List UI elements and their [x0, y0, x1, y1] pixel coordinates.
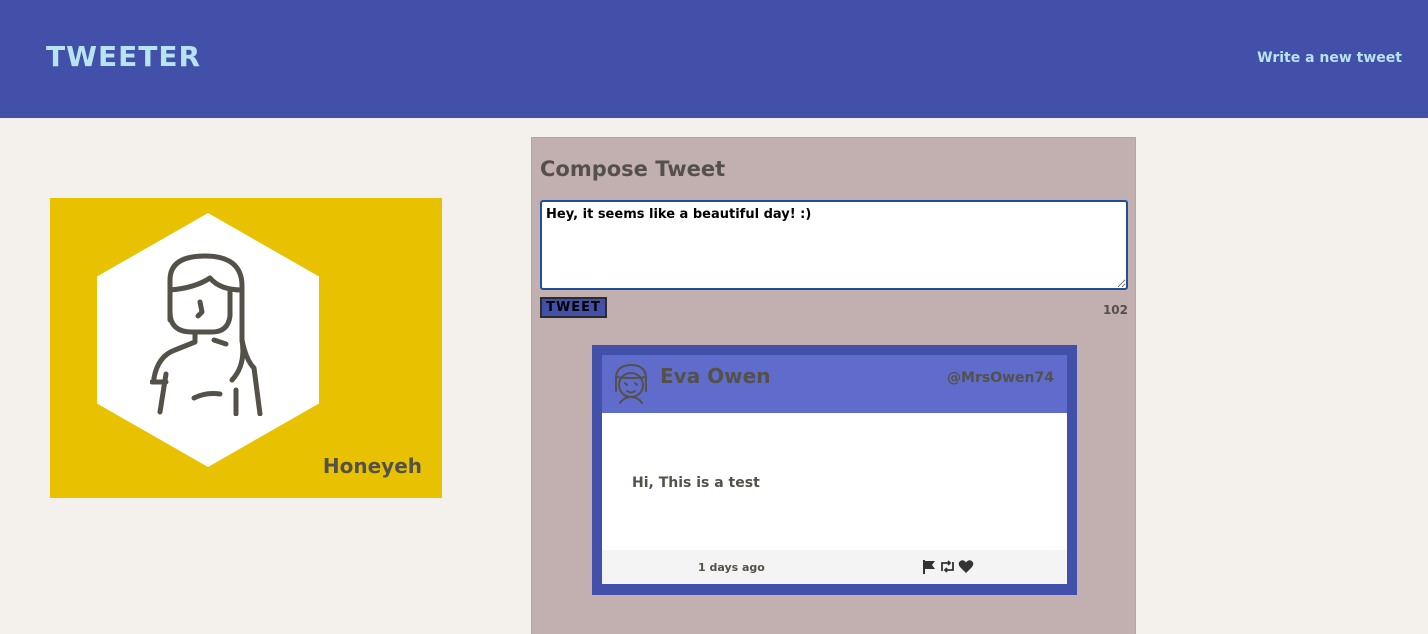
tweet-button[interactable]: TWEET	[540, 297, 607, 318]
main-panel: Compose Tweet Hey, it seems like a beaut…	[531, 137, 1136, 634]
tweet-author-name: Eva Owen	[660, 364, 771, 388]
flag-icon[interactable]	[922, 559, 937, 578]
woman-avatar-icon	[150, 253, 263, 416]
retweet-icon[interactable]	[939, 559, 956, 578]
char-counter: 102	[1102, 303, 1128, 317]
profile-name: Honeyeh	[322, 454, 422, 478]
profile-card: Honeyeh	[50, 198, 442, 498]
heart-icon[interactable]	[958, 559, 974, 578]
tweet-handle: @MrsOwen74	[947, 370, 1054, 386]
tweet-card: Eva Owen @MrsOwen74 Hi, This is a test 1…	[592, 345, 1077, 595]
logo[interactable]: TWEETER	[46, 40, 201, 73]
compose-title: Compose Tweet	[540, 157, 726, 181]
tweet-body: Hi, This is a test	[602, 413, 1067, 550]
tweet-content: Hi, This is a test	[632, 475, 760, 491]
girl-avatar-icon	[615, 363, 647, 404]
tweet-footer: 1 days ago	[602, 550, 1067, 584]
tweet-header: Eva Owen @MrsOwen74	[602, 355, 1067, 413]
top-nav: TWEETER Write a new tweet	[0, 0, 1428, 118]
write-new-tweet-link[interactable]: Write a new tweet	[1257, 50, 1402, 66]
tweet-textarea[interactable]: Hey, it seems like a beautiful day! :)	[540, 200, 1128, 290]
tweet-timestamp: 1 days ago	[698, 561, 765, 574]
tweet-actions	[922, 559, 974, 578]
